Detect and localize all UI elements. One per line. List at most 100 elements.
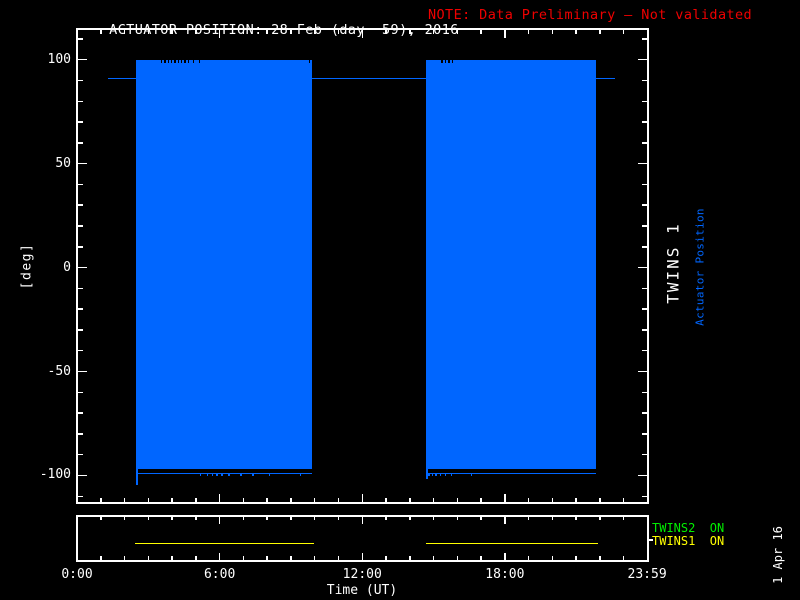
x-tick: [433, 517, 435, 521]
x-tick-label: 18:00: [473, 567, 537, 582]
x-tick: [409, 556, 411, 560]
top-notch: [161, 60, 163, 64]
y-tick: [642, 412, 647, 414]
y-tick: [78, 267, 87, 269]
x-tick: [124, 30, 126, 34]
y-tick: [642, 454, 647, 456]
x-tick: [409, 517, 411, 521]
x-tick: [290, 517, 292, 521]
x-tick: [457, 556, 459, 560]
x-tick: [76, 553, 78, 560]
x-tick: [480, 498, 482, 502]
x-tick: [100, 498, 102, 502]
y-tick: [78, 475, 87, 477]
y-tick: [638, 371, 647, 373]
instrument-label: TWINS 1: [664, 222, 683, 303]
y-tick: [78, 142, 83, 144]
y-tick: [642, 288, 647, 290]
y-tick: [642, 80, 647, 82]
x-tick: [457, 517, 459, 521]
x-tick: [433, 498, 435, 502]
y-tick-label: -100: [25, 467, 71, 482]
top-notch: [168, 60, 170, 64]
x-tick: [314, 517, 316, 521]
y-tick: [638, 267, 647, 269]
x-tick: [338, 498, 340, 502]
x-tick: [362, 30, 364, 38]
x-tick: [480, 556, 482, 560]
x-tick: [124, 517, 126, 521]
fringe-tick: [200, 473, 202, 477]
y-tick: [642, 350, 647, 352]
x-tick: [290, 498, 292, 502]
y-tick: [78, 412, 83, 414]
x-tick: [575, 517, 577, 521]
y-axis-label: [deg]: [20, 243, 35, 290]
x-tick: [457, 30, 459, 34]
x-tick: [504, 553, 506, 560]
y-tick: [642, 496, 647, 498]
status-segment: [135, 543, 314, 545]
x-tick: [171, 498, 173, 502]
x-tick: [528, 517, 530, 521]
y-tick: [642, 204, 647, 206]
x-tick: [623, 517, 625, 521]
x-tick: [504, 517, 506, 524]
top-notch: [181, 60, 183, 64]
y-tick: [642, 308, 647, 310]
sweep-block: [136, 60, 312, 470]
fringe-line: [136, 473, 312, 475]
fringe-tick: [269, 473, 271, 477]
x-tick: [243, 30, 245, 34]
x-tick: [314, 498, 316, 502]
y-tick: [78, 163, 87, 165]
x-tick-label: 23:59: [615, 567, 679, 582]
x-tick: [219, 553, 221, 560]
fringe-tick: [221, 473, 223, 477]
x-tick: [552, 30, 554, 34]
x-tick: [599, 498, 601, 502]
x-tick: [528, 556, 530, 560]
top-notch: [171, 60, 173, 64]
x-tick: [243, 556, 245, 560]
y-tick: [642, 246, 647, 248]
y-tick-label: 50: [25, 156, 71, 171]
y-tick-label: 100: [25, 52, 71, 67]
x-tick: [290, 556, 292, 560]
x-tick: [599, 30, 601, 34]
x-tick: [148, 556, 150, 560]
x-tick: [338, 556, 340, 560]
x-tick: [480, 30, 482, 34]
fringe-tick: [300, 473, 302, 477]
x-tick: [124, 498, 126, 502]
top-notch: [445, 60, 447, 64]
legend-twins1: TWINS1 ON: [652, 535, 772, 548]
x-tick-label: 12:00: [330, 567, 394, 582]
x-axis-label: Time (UT): [302, 583, 422, 598]
fringe-tick: [207, 473, 209, 477]
top-notch: [178, 60, 180, 64]
fringe-tick: [212, 473, 214, 477]
y-tick-label: -50: [25, 364, 71, 379]
x-tick: [362, 517, 364, 524]
fringe-tick: [432, 473, 434, 477]
y-tick: [78, 38, 83, 40]
x-tick: [219, 30, 221, 38]
x-tick: [599, 517, 601, 521]
x-tick: [599, 556, 601, 560]
x-tick: [504, 30, 506, 38]
x-tick: [647, 517, 649, 524]
x-tick: [124, 556, 126, 560]
x-tick: [433, 30, 435, 34]
y-tick: [78, 329, 83, 331]
fringe-tick: [428, 473, 430, 477]
fringe-tick: [240, 473, 242, 477]
top-notch: [309, 60, 311, 64]
twins1-pointer-tick: [648, 539, 653, 541]
y-tick: [642, 101, 647, 103]
fringe-tick: [445, 473, 447, 477]
x-tick: [385, 517, 387, 521]
x-tick: [338, 517, 340, 521]
x-tick: [195, 517, 197, 521]
x-tick: [290, 30, 292, 34]
